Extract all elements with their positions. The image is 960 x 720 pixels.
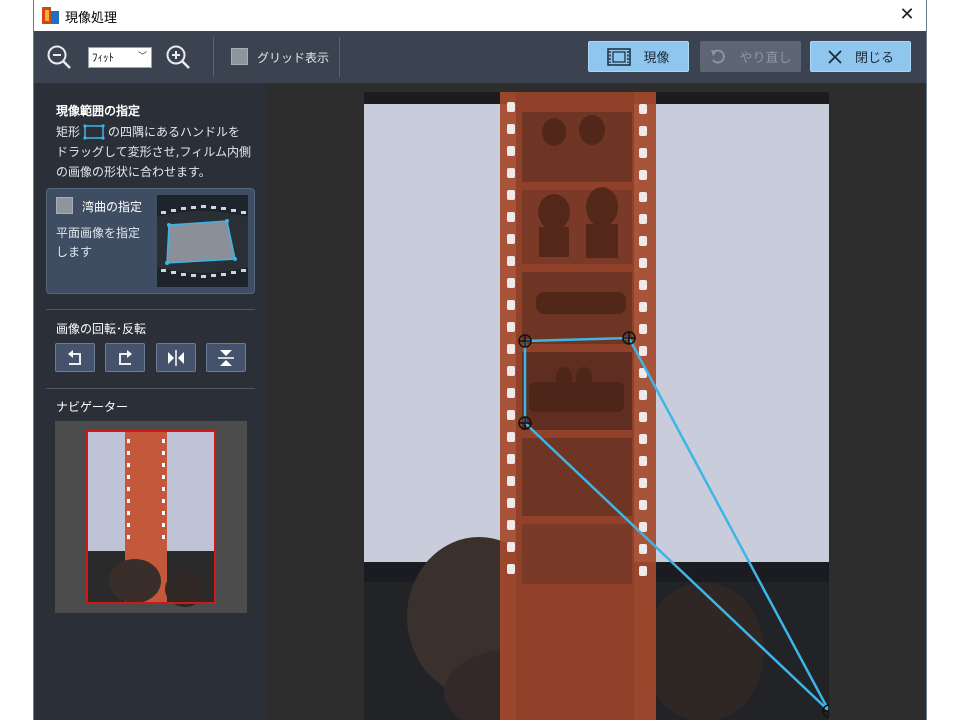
corner-handle-bottom-left[interactable] — [518, 416, 532, 430]
navigator-panel[interactable] — [55, 421, 247, 613]
rotate-right-icon — [119, 349, 132, 365]
range-desc-text: 矩形 — [56, 125, 81, 139]
rotate-left-icon — [68, 349, 81, 365]
develop-button-label: 現像 — [643, 51, 670, 66]
redo-button-label: やり直し — [739, 51, 792, 66]
app-icon — [42, 7, 59, 24]
navigator-title: ナビゲーター — [56, 400, 129, 414]
toolbar-separator — [213, 37, 214, 77]
toolbar-separator — [339, 37, 340, 77]
rotate-left-button[interactable] — [55, 343, 95, 372]
flip-vertical-button[interactable] — [206, 343, 246, 372]
rectangle-handle-icon — [83, 124, 105, 140]
curve-description: 平面画像を指定 — [56, 226, 141, 240]
film-photo — [364, 92, 829, 720]
rotate-right-button[interactable] — [105, 343, 145, 372]
curve-description: します — [56, 245, 93, 259]
film-photo-image — [364, 92, 829, 720]
curve-label: 湾曲の指定 — [82, 200, 143, 214]
redo-button[interactable]: やり直し — [700, 41, 801, 72]
range-description: 矩形 の四隅にあるハンドルを ドラッグして変形させ,フィルム内側 の画像の形状に… — [56, 122, 256, 182]
grid-checkbox[interactable] — [231, 48, 248, 65]
zoom-select-value: ﾌｨｯﾄ — [92, 51, 114, 64]
toolbar: ﾌｨｯﾄ ﹀ グリッド表示 現像 やり直し 閉じる — [34, 31, 926, 83]
flip-horizontal-button[interactable] — [156, 343, 196, 372]
flip-vertical-icon — [218, 349, 234, 366]
develop-window: 現像処理 ✕ ﾌｨｯﾄ ﹀ グリッド表示 現像 やり直し 閉じる 現像範囲の指定… — [33, 0, 927, 720]
range-desc-text: の四隅にあるハンドルを — [108, 125, 241, 139]
zoom-out-icon[interactable] — [45, 43, 73, 71]
corner-handle-top-right[interactable] — [622, 331, 636, 345]
flip-horizontal-icon — [168, 349, 184, 366]
film-icon — [607, 47, 632, 66]
close-button-label: 閉じる — [854, 51, 894, 66]
close-icon — [828, 49, 842, 64]
close-button[interactable]: 閉じる — [810, 41, 911, 72]
sidebar-divider — [46, 388, 255, 389]
curve-checkbox[interactable] — [56, 197, 73, 214]
navigator-thumbnail — [55, 421, 247, 613]
range-desc-text: の画像の形状に合わせます。 — [56, 165, 211, 179]
range-section-title: 現像範囲の指定 — [56, 104, 141, 118]
range-desc-text: ドラッグして変形させ,フィルム内側 — [56, 145, 251, 159]
undo-arrow-icon — [711, 49, 726, 63]
chevron-down-icon: ﹀ — [137, 52, 147, 62]
sidebar: 現像範囲の指定 矩形 の四隅にあるハンドルを ドラッグして変形させ,フィルム内側… — [34, 83, 267, 720]
image-canvas[interactable] — [267, 83, 926, 720]
sidebar-divider — [46, 309, 255, 310]
window-close-icon[interactable]: ✕ — [896, 4, 918, 26]
title-bar: 現像処理 ✕ — [34, 0, 926, 31]
curve-panel: 湾曲の指定 平面画像を指定 します — [46, 188, 255, 294]
curve-preview-image — [157, 195, 248, 287]
zoom-select[interactable]: ﾌｨｯﾄ ﹀ — [88, 47, 152, 68]
develop-button[interactable]: 現像 — [588, 41, 689, 72]
grid-label: グリッド表示 — [257, 51, 330, 65]
rotate-section-title: 画像の回転･反転 — [56, 322, 147, 336]
window-title: 現像処理 — [65, 11, 118, 26]
corner-handle-top-left[interactable] — [518, 334, 532, 348]
zoom-in-icon[interactable] — [164, 43, 192, 71]
